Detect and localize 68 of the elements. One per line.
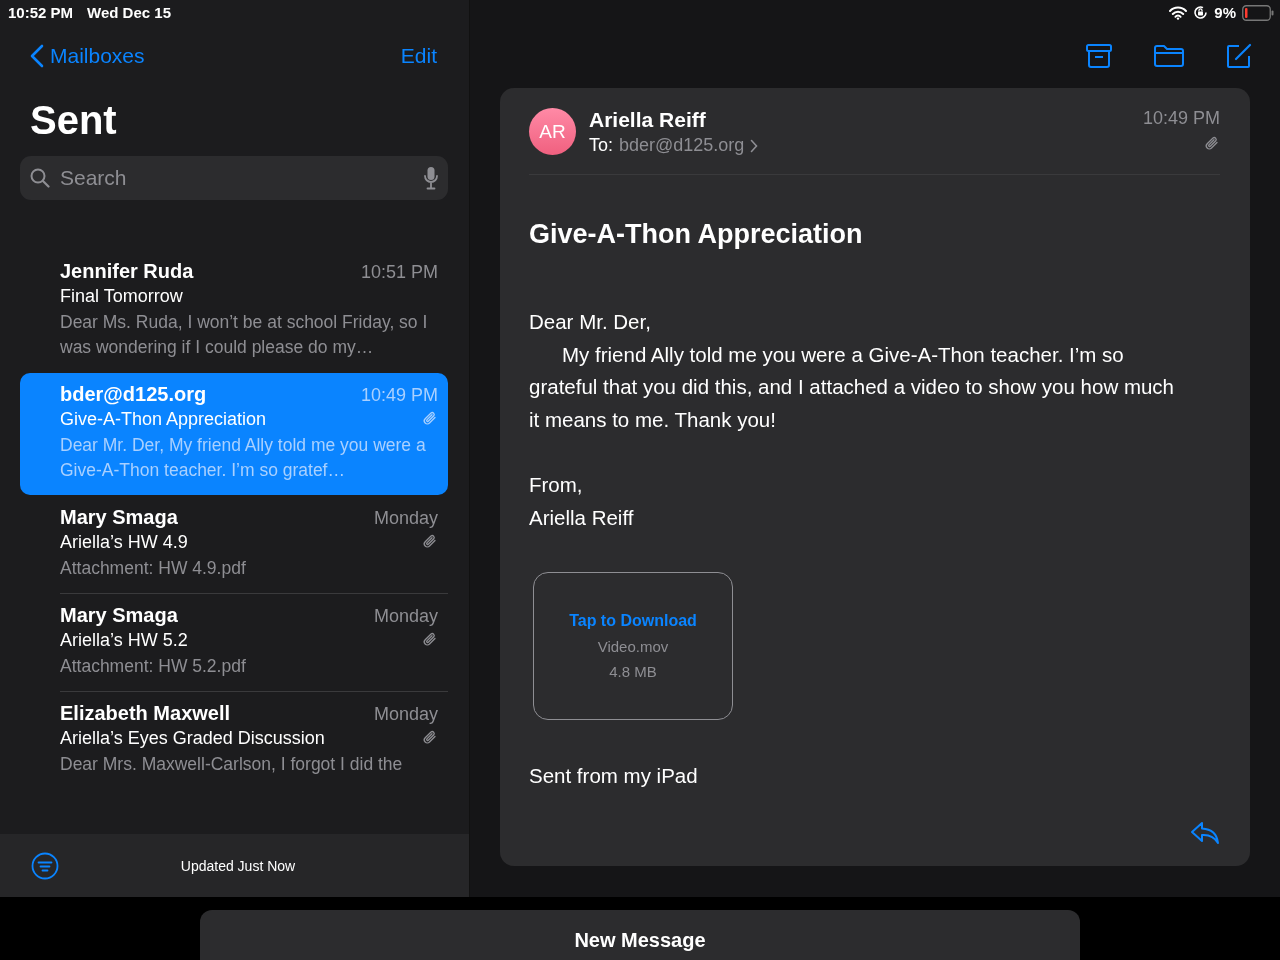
reply-icon[interactable] — [1190, 820, 1220, 846]
signature-text: Ariella Reiff — [529, 504, 635, 531]
message-time: 10:49 PM — [1142, 108, 1220, 129]
wifi-icon — [1169, 5, 1188, 20]
update-status: Updated Just Now — [179, 857, 297, 874]
search-input[interactable]: Search — [58, 165, 416, 191]
message-sender: Mary Smaga — [60, 604, 178, 627]
message-time: Monday — [373, 508, 438, 529]
message-item[interactable]: Mary Smaga Monday Ariella’s HW 4.9 Attachment: HW 4.9.pdf — [20, 496, 448, 593]
search-icon — [30, 168, 50, 188]
message-preview: Attachment: HW 4.9.pdf — [60, 557, 247, 580]
mailbox-title: Sent — [30, 97, 118, 144]
attachment-size: 4.8 MB — [609, 663, 657, 680]
message-sender: Jennifer Ruda — [60, 260, 194, 283]
status-date: Wed Dec 15 — [87, 4, 171, 21]
message-subject: Final Tomorrow — [60, 286, 184, 307]
paperclip-icon — [422, 631, 438, 647]
mailboxes-back-button[interactable]: Mailboxes — [30, 44, 145, 68]
message-subject: Give-A-Thon Appreciation — [529, 219, 864, 250]
message-preview: Dear Mr. Der, My friend Ally told me you were a Give-A-Thon teacher. I’m so gratef… — [60, 434, 427, 482]
body-paragraph: My friend Ally told me you were a Give-A-Thon teacher. I’m so grateful that you did this, and I attached a video to show you how much it means to me. Thank you! — [529, 341, 1175, 433]
sender-avatar: AR — [529, 108, 576, 155]
search-field[interactable]: Search — [20, 156, 448, 200]
paperclip-icon — [422, 410, 438, 426]
message-time: 10:49 PM — [360, 385, 438, 406]
message-sender: Mary Smaga — [60, 506, 178, 529]
message-sender: Elizabeth Maxwell — [60, 702, 231, 725]
new-message-sheet[interactable]: New Message — [200, 910, 1080, 960]
folder-icon[interactable] — [1153, 44, 1185, 68]
microphone-icon[interactable] — [424, 166, 438, 190]
battery-icon — [1242, 4, 1274, 21]
message-subject: Ariella’s Eyes Graded Discussion — [60, 728, 326, 749]
battery-percent: 9% — [1214, 4, 1236, 21]
new-message-title: New Message — [574, 928, 706, 952]
back-chevron-icon[interactable] — [30, 44, 44, 68]
archive-icon[interactable] — [1085, 43, 1113, 69]
paperclip-icon — [422, 533, 438, 549]
message-subject: Give-A-Thon Appreciation — [60, 409, 268, 430]
message-sender: bder@d125.org — [60, 383, 207, 406]
recipient-address[interactable]: bder@d125.org — [619, 135, 745, 156]
compose-icon[interactable] — [1225, 42, 1253, 70]
filter-icon[interactable] — [31, 851, 59, 880]
message-time: Monday — [373, 704, 438, 725]
greeting-text: Dear Mr. Der, — [529, 309, 652, 335]
message-subject: Ariella’s HW 5.2 — [60, 630, 189, 651]
paperclip-icon — [1204, 135, 1220, 151]
message-preview: Dear Mrs. Maxwell-Carlson, I forgot I did the — [60, 753, 404, 776]
message-time: 10:51 PM — [360, 262, 438, 283]
message-preview: Dear Ms. Ruda, I won’t be at school Friday, so I was wondering if I could please do my… — [60, 311, 429, 359]
message-item[interactable]: Elizabeth Maxwell Monday Ariella’s Eyes Graded Discussion Dear Mrs. Maxwell-Carlson, I forgot I did the — [20, 692, 448, 789]
message-item[interactable]: bder@d125.org 10:49 PM Give-A-Thon Appreciation Dear Mr. Der, My friend Ally told me you were a Give-A-Thon teacher. I’m so gratef… — [20, 373, 448, 495]
message-item[interactable]: Jennifer Ruda 10:51 PM Final Tomorrow Dear Ms. Ruda, I won’t be at school Friday, so I was wondering if I could please do my… — [20, 250, 448, 372]
chevron-icon — [750, 138, 759, 153]
edit-button[interactable]: Edit — [400, 44, 437, 68]
message-item[interactable]: Mary Smaga Monday Ariella’s HW 5.2 Attachment: HW 5.2.pdf — [20, 594, 448, 691]
attachment-card[interactable]: Tap to Download Video.mov 4.8 MB — [533, 572, 733, 720]
status-time: 10:52 PM — [8, 4, 74, 21]
to-label: To: — [589, 135, 613, 156]
message-time: Monday — [373, 606, 438, 627]
paperclip-icon — [422, 729, 438, 745]
message-preview: Attachment: HW 5.2.pdf — [60, 655, 247, 678]
message-subject: Ariella’s HW 4.9 — [60, 532, 189, 553]
download-link[interactable]: Tap to Download — [569, 612, 697, 630]
sender-name: Ariella Reiff — [589, 108, 707, 132]
signature-footer: Sent from my iPad — [529, 760, 1189, 793]
closing-text: From, — [529, 472, 584, 498]
attachment-filename: Video.mov — [597, 638, 669, 655]
rotation-lock-icon — [1193, 5, 1209, 20]
